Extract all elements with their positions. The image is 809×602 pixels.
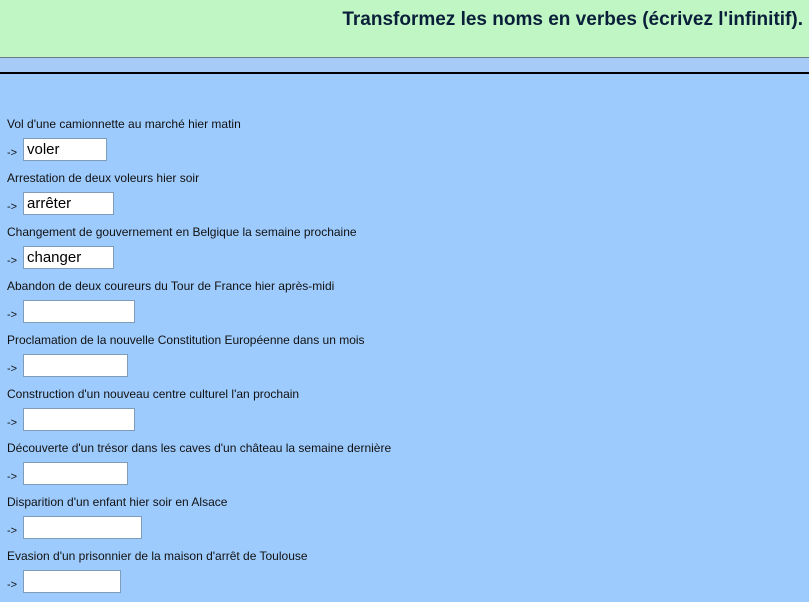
divider-thin bbox=[0, 57, 809, 58]
page-title: Transformez les noms en verbes (écrivez … bbox=[342, 9, 803, 30]
arrow-marker: -> bbox=[7, 201, 18, 213]
arrow-marker: -> bbox=[7, 417, 18, 429]
question-text: Proclamation de la nouvelle Constitution… bbox=[7, 333, 365, 347]
arrow-marker: -> bbox=[7, 471, 18, 483]
arrow-marker: -> bbox=[7, 147, 18, 159]
question-text: Construction d'un nouveau centre culture… bbox=[7, 387, 300, 401]
answer-input[interactable] bbox=[23, 300, 135, 323]
question-text: Disparition d'un enfant hier soir en Als… bbox=[7, 495, 228, 509]
question-text: Vol d'une camionnette au marché hier mat… bbox=[7, 117, 241, 131]
answer-input[interactable] bbox=[23, 462, 128, 485]
answer-input[interactable] bbox=[23, 516, 142, 539]
arrow-marker: -> bbox=[7, 309, 18, 321]
answer-input[interactable] bbox=[23, 246, 114, 269]
question-text: Evasion d'un prisonnier de la maison d'a… bbox=[7, 549, 308, 563]
exercise-area: Vol d'une camionnette au marché hier mat… bbox=[0, 74, 809, 602]
arrow-marker: -> bbox=[7, 525, 18, 537]
answer-input[interactable] bbox=[23, 354, 128, 377]
header-banner: Transformez les noms en verbes (écrivez … bbox=[0, 0, 809, 57]
answer-input[interactable] bbox=[23, 408, 135, 431]
question-text: Changement de gouvernement en Belgique l… bbox=[7, 225, 357, 239]
answer-input[interactable] bbox=[23, 192, 114, 215]
question-text: Découverte d'un trésor dans les caves d'… bbox=[7, 441, 392, 455]
answer-input[interactable] bbox=[23, 570, 121, 593]
question-text: Abandon de deux coureurs du Tour de Fran… bbox=[7, 279, 335, 293]
answer-input[interactable] bbox=[23, 138, 107, 161]
arrow-marker: -> bbox=[7, 579, 18, 591]
question-text: Arrestation de deux voleurs hier soir bbox=[7, 171, 200, 185]
arrow-marker: -> bbox=[7, 255, 18, 267]
arrow-marker: -> bbox=[7, 363, 18, 375]
